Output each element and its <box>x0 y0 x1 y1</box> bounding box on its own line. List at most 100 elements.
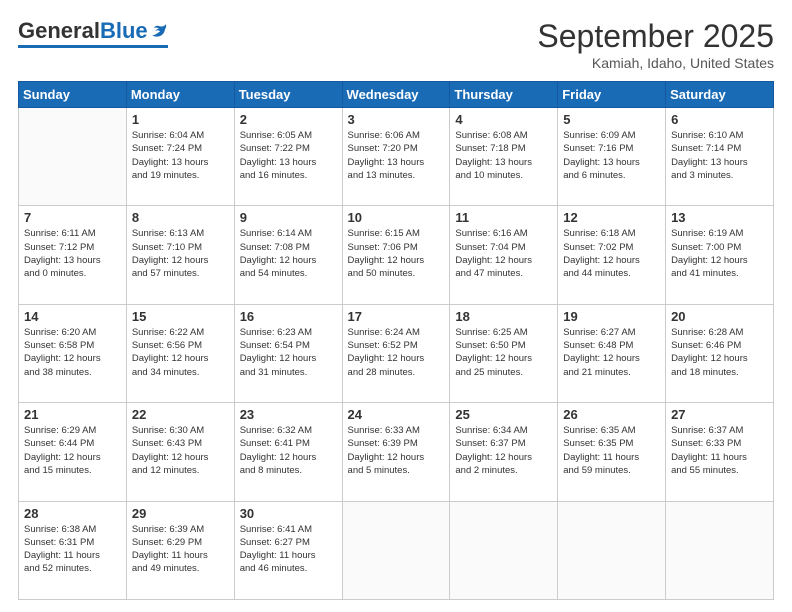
calendar-cell: 4Sunrise: 6:08 AM Sunset: 7:18 PM Daylig… <box>450 108 558 206</box>
page: GeneralBlue September 2025 Kamiah, Idaho… <box>0 0 792 612</box>
day-detail: Sunrise: 6:39 AM Sunset: 6:29 PM Dayligh… <box>132 523 229 576</box>
day-number: 10 <box>348 210 445 225</box>
calendar-cell: 24 Sunrise: 6:33 AM Sunset: 6:39 PM Dayli… <box>342 403 450 501</box>
header-tuesday: Tuesday <box>234 82 342 108</box>
day-number: 11 <box>455 210 552 225</box>
calendar-cell: 25Sunrise: 6:34 AM Sunset: 6:37 PM Dayli… <box>450 403 558 501</box>
day-detail: Sunrise: 6:13 AM Sunset: 7:10 PM Dayligh… <box>132 227 229 280</box>
day-number: 9 <box>240 210 337 225</box>
day-number: 28 <box>24 506 121 521</box>
day-detail: Sunrise: 6:19 AM Sunset: 7:00 PM Dayligh… <box>671 227 768 280</box>
day-number: 6 <box>671 112 768 127</box>
day-number: 30 <box>240 506 337 521</box>
day-number: 23 <box>240 407 337 422</box>
calendar-cell: 22 Sunrise: 6:30 AM Sunset: 6:43 PM Dayli… <box>126 403 234 501</box>
calendar-cell: 11 Sunrise: 6:16 AM Sunset: 7:04 PM Dayli… <box>450 206 558 304</box>
calendar-cell <box>666 501 774 599</box>
header-friday: Friday <box>558 82 666 108</box>
calendar-cell: 30 Sunrise: 6:41 AM Sunset: 6:27 PM Dayli… <box>234 501 342 599</box>
day-detail: Sunrise: 6:06 AM Sunset: 7:20 PM Dayligh… <box>348 129 445 182</box>
day-detail: Sunrise: 6:41 AM Sunset: 6:27 PM Dayligh… <box>240 523 337 576</box>
header-wednesday: Wednesday <box>342 82 450 108</box>
day-detail: Sunrise: 6:34 AM Sunset: 6:37 PM Dayligh… <box>455 424 552 477</box>
calendar-cell: 27 Sunrise: 6:37 AM Sunset: 6:33 PM Dayli… <box>666 403 774 501</box>
day-detail: Sunrise: 6:14 AM Sunset: 7:08 PM Dayligh… <box>240 227 337 280</box>
day-detail: Sunrise: 6:11 AM Sunset: 7:12 PM Dayligh… <box>24 227 121 280</box>
calendar-cell: 18Sunrise: 6:25 AM Sunset: 6:50 PM Dayli… <box>450 304 558 402</box>
calendar-cell: 23 Sunrise: 6:32 AM Sunset: 6:41 PM Dayli… <box>234 403 342 501</box>
day-number: 16 <box>240 309 337 324</box>
calendar-cell: 2Sunrise: 6:05 AM Sunset: 7:22 PM Daylig… <box>234 108 342 206</box>
calendar-cell: 21 Sunrise: 6:29 AM Sunset: 6:44 PM Dayli… <box>19 403 127 501</box>
day-number: 27 <box>671 407 768 422</box>
header-thursday: Thursday <box>450 82 558 108</box>
day-number: 15 <box>132 309 229 324</box>
title-area: September 2025 Kamiah, Idaho, United Sta… <box>537 18 774 71</box>
calendar-cell: 3 Sunrise: 6:06 AM Sunset: 7:20 PM Daylig… <box>342 108 450 206</box>
calendar-cell: 17 Sunrise: 6:24 AM Sunset: 6:52 PM Dayli… <box>342 304 450 402</box>
calendar-cell: 9 Sunrise: 6:14 AM Sunset: 7:08 PM Daylig… <box>234 206 342 304</box>
week-row-1: 1Sunrise: 6:04 AM Sunset: 7:24 PM Daylig… <box>19 108 774 206</box>
calendar-cell: 29 Sunrise: 6:39 AM Sunset: 6:29 PM Dayli… <box>126 501 234 599</box>
day-detail: Sunrise: 6:20 AM Sunset: 6:58 PM Dayligh… <box>24 326 121 379</box>
logo-general: General <box>18 18 100 44</box>
calendar-cell: 20 Sunrise: 6:28 AM Sunset: 6:46 PM Dayli… <box>666 304 774 402</box>
day-number: 24 <box>348 407 445 422</box>
day-number: 26 <box>563 407 660 422</box>
week-row-2: 7 Sunrise: 6:11 AM Sunset: 7:12 PM Daylig… <box>19 206 774 304</box>
calendar-cell: 19Sunrise: 6:27 AM Sunset: 6:48 PM Dayli… <box>558 304 666 402</box>
calendar-cell <box>19 108 127 206</box>
day-number: 22 <box>132 407 229 422</box>
calendar-cell <box>450 501 558 599</box>
day-number: 20 <box>671 309 768 324</box>
calendar-cell: 5Sunrise: 6:09 AM Sunset: 7:16 PM Daylig… <box>558 108 666 206</box>
day-number: 19 <box>563 309 660 324</box>
day-number: 7 <box>24 210 121 225</box>
calendar-cell: 6 Sunrise: 6:10 AM Sunset: 7:14 PM Daylig… <box>666 108 774 206</box>
day-detail: Sunrise: 6:28 AM Sunset: 6:46 PM Dayligh… <box>671 326 768 379</box>
logo-underline <box>18 45 168 48</box>
calendar-cell: 12Sunrise: 6:18 AM Sunset: 7:02 PM Dayli… <box>558 206 666 304</box>
day-number: 3 <box>348 112 445 127</box>
day-detail: Sunrise: 6:25 AM Sunset: 6:50 PM Dayligh… <box>455 326 552 379</box>
header-sunday: Sunday <box>19 82 127 108</box>
calendar-cell: 15Sunrise: 6:22 AM Sunset: 6:56 PM Dayli… <box>126 304 234 402</box>
calendar-cell: 13Sunrise: 6:19 AM Sunset: 7:00 PM Dayli… <box>666 206 774 304</box>
day-detail: Sunrise: 6:10 AM Sunset: 7:14 PM Dayligh… <box>671 129 768 182</box>
calendar-cell: 7 Sunrise: 6:11 AM Sunset: 7:12 PM Daylig… <box>19 206 127 304</box>
day-detail: Sunrise: 6:23 AM Sunset: 6:54 PM Dayligh… <box>240 326 337 379</box>
day-number: 1 <box>132 112 229 127</box>
month-title: September 2025 <box>537 18 774 55</box>
calendar-cell <box>342 501 450 599</box>
weekday-header-row: Sunday Monday Tuesday Wednesday Thursday… <box>19 82 774 108</box>
calendar-cell: 10 Sunrise: 6:15 AM Sunset: 7:06 PM Dayli… <box>342 206 450 304</box>
day-detail: Sunrise: 6:33 AM Sunset: 6:39 PM Dayligh… <box>348 424 445 477</box>
day-number: 5 <box>563 112 660 127</box>
day-number: 21 <box>24 407 121 422</box>
day-detail: Sunrise: 6:29 AM Sunset: 6:44 PM Dayligh… <box>24 424 121 477</box>
day-detail: Sunrise: 6:05 AM Sunset: 7:22 PM Dayligh… <box>240 129 337 182</box>
day-detail: Sunrise: 6:35 AM Sunset: 6:35 PM Dayligh… <box>563 424 660 477</box>
week-row-4: 21 Sunrise: 6:29 AM Sunset: 6:44 PM Dayli… <box>19 403 774 501</box>
calendar-cell: 14 Sunrise: 6:20 AM Sunset: 6:58 PM Dayli… <box>19 304 127 402</box>
day-number: 14 <box>24 309 121 324</box>
day-detail: Sunrise: 6:30 AM Sunset: 6:43 PM Dayligh… <box>132 424 229 477</box>
calendar-cell: 1Sunrise: 6:04 AM Sunset: 7:24 PM Daylig… <box>126 108 234 206</box>
day-detail: Sunrise: 6:16 AM Sunset: 7:04 PM Dayligh… <box>455 227 552 280</box>
calendar-cell: 8Sunrise: 6:13 AM Sunset: 7:10 PM Daylig… <box>126 206 234 304</box>
logo-text: GeneralBlue <box>18 18 168 44</box>
day-number: 17 <box>348 309 445 324</box>
header-saturday: Saturday <box>666 82 774 108</box>
header-monday: Monday <box>126 82 234 108</box>
day-detail: Sunrise: 6:24 AM Sunset: 6:52 PM Dayligh… <box>348 326 445 379</box>
location: Kamiah, Idaho, United States <box>537 55 774 71</box>
logo: GeneralBlue <box>18 18 168 48</box>
calendar-cell <box>558 501 666 599</box>
calendar-cell: 28Sunrise: 6:38 AM Sunset: 6:31 PM Dayli… <box>19 501 127 599</box>
day-detail: Sunrise: 6:37 AM Sunset: 6:33 PM Dayligh… <box>671 424 768 477</box>
calendar-cell: 26 Sunrise: 6:35 AM Sunset: 6:35 PM Dayli… <box>558 403 666 501</box>
calendar-cell: 16 Sunrise: 6:23 AM Sunset: 6:54 PM Dayli… <box>234 304 342 402</box>
day-detail: Sunrise: 6:32 AM Sunset: 6:41 PM Dayligh… <box>240 424 337 477</box>
day-number: 29 <box>132 506 229 521</box>
day-detail: Sunrise: 6:15 AM Sunset: 7:06 PM Dayligh… <box>348 227 445 280</box>
